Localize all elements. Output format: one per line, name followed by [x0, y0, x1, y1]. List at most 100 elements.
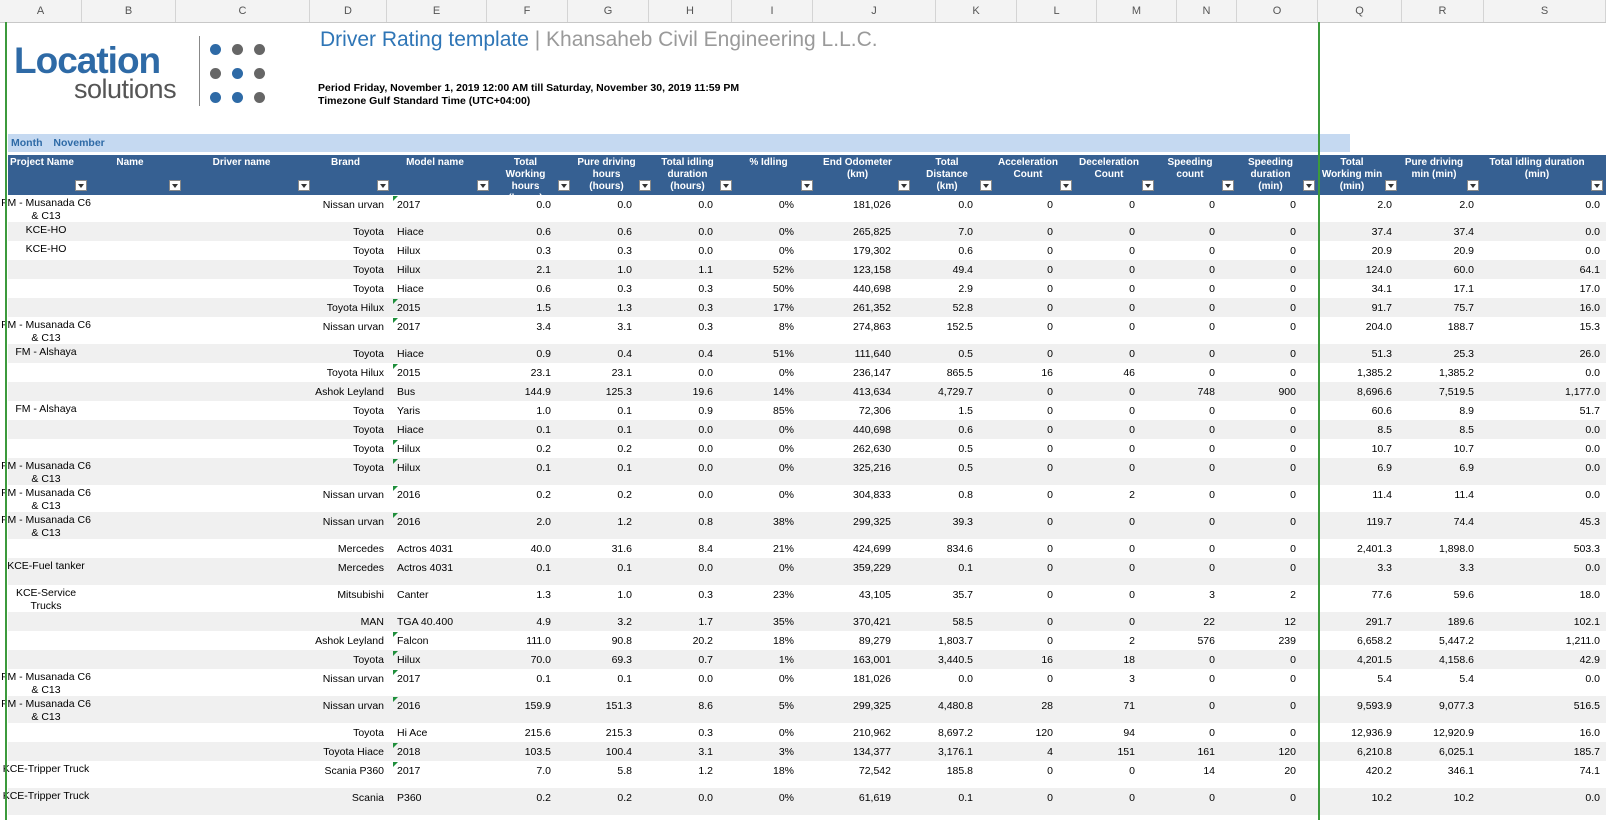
- table-cell[interactable]: 2: [1075, 635, 1135, 648]
- table-cell[interactable]: 0.6: [913, 424, 973, 437]
- table-cell[interactable]: 0: [1075, 321, 1135, 334]
- table-cell[interactable]: 0%: [735, 199, 794, 212]
- table-cell[interactable]: 0.1: [492, 424, 551, 437]
- column-header-c[interactable]: C: [176, 0, 310, 22]
- table-cell[interactable]: 0.0: [1482, 673, 1600, 686]
- table-cell[interactable]: 0.1: [573, 424, 632, 437]
- table-cell[interactable]: 0.1: [573, 562, 632, 575]
- table-row[interactable]: FM - Musanada C6 & C13 Nissan urvan 2016 15…: [1, 696, 1606, 723]
- table-cell[interactable]: TGA 40.400: [397, 616, 497, 629]
- table-cell[interactable]: 413,634: [816, 386, 891, 399]
- column-header-k[interactable]: K: [936, 0, 1017, 22]
- table-cell[interactable]: 865.5: [913, 367, 973, 380]
- table-cell[interactable]: 61,619: [816, 792, 891, 805]
- table-cell[interactable]: 185.8: [913, 765, 973, 778]
- table-cell[interactable]: FM - Alshaya: [0, 346, 92, 359]
- table-cell[interactable]: 0.3: [654, 283, 713, 296]
- table-cell[interactable]: 0.8: [913, 489, 973, 502]
- table-cell[interactable]: 11.4: [1318, 489, 1392, 502]
- table-cell[interactable]: 0: [1237, 348, 1296, 361]
- table-cell[interactable]: 5.8: [573, 765, 632, 778]
- table-cell[interactable]: FM - Musanada C6 & C13: [0, 671, 92, 697]
- filter-dropdown-icon[interactable]: [1060, 180, 1072, 191]
- table-cell[interactable]: 119.7: [1318, 516, 1393, 529]
- table-cell[interactable]: 72,306: [816, 405, 891, 418]
- table-cell[interactable]: 0.2: [573, 792, 632, 805]
- table-cell[interactable]: 74.4: [1400, 516, 1474, 529]
- table-cell[interactable]: 0.2: [573, 489, 632, 502]
- table-cell[interactable]: 304,833: [816, 489, 891, 502]
- table-cell[interactable]: Toyota: [313, 424, 384, 437]
- table-cell[interactable]: 7.0: [913, 226, 973, 239]
- table-cell[interactable]: 90.8: [573, 635, 632, 648]
- table-cell[interactable]: P360: [397, 792, 497, 805]
- table-cell[interactable]: 4,201.5: [1318, 654, 1392, 667]
- table-cell[interactable]: 3: [1075, 673, 1135, 686]
- column-header-s[interactable]: S: [1484, 0, 1606, 22]
- table-cell[interactable]: 0: [1237, 302, 1296, 315]
- table-cell[interactable]: 1.5: [492, 302, 551, 315]
- table-cell[interactable]: 236,147: [816, 367, 891, 380]
- table-cell[interactable]: 0.1: [913, 562, 973, 575]
- table-cell[interactable]: 0: [1075, 462, 1135, 475]
- table-cell[interactable]: 0: [1157, 516, 1215, 529]
- table-cell[interactable]: 0: [995, 302, 1053, 315]
- table-cell[interactable]: 18%: [735, 765, 794, 778]
- table-row[interactable]: KCE-Fuel tanker Mercedes Actros 4031 0.1 0.1…: [7, 558, 1606, 585]
- table-cell[interactable]: 0.3: [654, 321, 713, 334]
- table-cell[interactable]: 0%: [735, 489, 794, 502]
- table-cell[interactable]: 8,696.6: [1318, 386, 1392, 399]
- table-cell[interactable]: Ashok Leyland: [313, 635, 384, 648]
- table-cell[interactable]: 210,962: [816, 727, 891, 740]
- table-cell[interactable]: 0: [1157, 199, 1215, 212]
- table-row[interactable]: MAN TGA 40.400 4.9 3.2 1.7 35% 370,421 58.5 0 0 22…: [8, 612, 1606, 631]
- filter-dropdown-icon[interactable]: [801, 180, 813, 191]
- filter-dropdown-icon[interactable]: [558, 180, 570, 191]
- table-cell[interactable]: Canter: [397, 589, 497, 602]
- table-cell[interactable]: 0: [995, 245, 1053, 258]
- table-cell[interactable]: 0.0: [1482, 462, 1600, 475]
- table-cell[interactable]: 0.0: [573, 199, 632, 212]
- filter-dropdown-icon[interactable]: [377, 180, 389, 191]
- column-header-a[interactable]: A: [0, 0, 82, 22]
- table-cell[interactable]: 0: [995, 283, 1053, 296]
- table-cell[interactable]: 20.9: [1318, 245, 1392, 258]
- table-cell[interactable]: 0: [995, 321, 1053, 334]
- table-cell[interactable]: 181,026: [816, 199, 891, 212]
- table-cell[interactable]: 2.0: [492, 516, 551, 529]
- table-cell[interactable]: 1.0: [573, 264, 632, 277]
- table-cell[interactable]: 0.3: [573, 283, 632, 296]
- table-cell[interactable]: 8,697.2: [913, 727, 973, 740]
- table-cell[interactable]: 3.3: [1400, 562, 1474, 575]
- table-row[interactable]: KCE-HO Toyota Hilux 0.3 0.3 0.0 0% 179,302 0.6 0 0…: [8, 241, 1606, 260]
- table-cell[interactable]: 4,158.6: [1400, 654, 1474, 667]
- table-cell[interactable]: 2: [1237, 589, 1296, 602]
- table-cell[interactable]: 91.7: [1318, 302, 1392, 315]
- table-cell[interactable]: 0: [1157, 543, 1215, 556]
- table-cell[interactable]: 75.7: [1400, 302, 1474, 315]
- table-cell[interactable]: 0.0: [654, 367, 713, 380]
- table-cell[interactable]: 215.6: [492, 727, 551, 740]
- table-cell[interactable]: 10.2: [1318, 792, 1392, 805]
- table-cell[interactable]: 152.5: [913, 321, 973, 334]
- table-cell[interactable]: 2015: [397, 302, 497, 315]
- table-cell[interactable]: 0: [995, 765, 1053, 778]
- table-cell[interactable]: 0%: [735, 562, 794, 575]
- table-cell[interactable]: 2016: [397, 700, 497, 713]
- column-header-h[interactable]: H: [649, 0, 732, 22]
- table-cell[interactable]: 0.2: [492, 443, 551, 456]
- table-cell[interactable]: 291.7: [1318, 616, 1392, 629]
- table-cell[interactable]: 35.7: [913, 589, 973, 602]
- table-cell[interactable]: 503.3: [1482, 543, 1600, 556]
- table-cell[interactable]: Hiace: [397, 226, 497, 239]
- table-cell[interactable]: 0: [995, 635, 1053, 648]
- table-cell[interactable]: Bus: [397, 386, 497, 399]
- table-cell[interactable]: 0: [995, 589, 1053, 602]
- table-cell[interactable]: FM - Musanada C6 & C13: [0, 487, 92, 513]
- table-cell[interactable]: 0: [1237, 673, 1296, 686]
- table-cell[interactable]: 9,593.9: [1318, 700, 1392, 713]
- table-cell[interactable]: 370,421: [816, 616, 891, 629]
- column-header-i[interactable]: I: [732, 0, 813, 22]
- table-cell[interactable]: 0.0: [654, 562, 713, 575]
- table-cell[interactable]: 77.6: [1318, 589, 1392, 602]
